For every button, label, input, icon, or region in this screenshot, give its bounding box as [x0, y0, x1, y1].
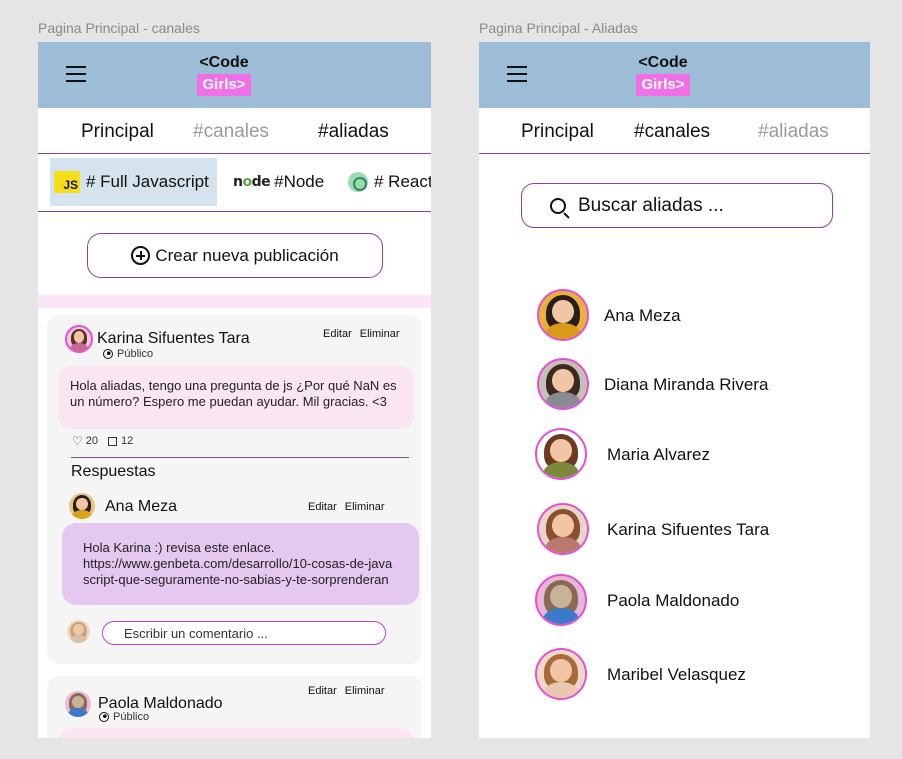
channel-bar: JS # Full Javascript node #Node # React	[38, 155, 431, 212]
ally-name: Paola Maldonado	[607, 591, 740, 610]
channel-label: # Full Javascript	[86, 172, 209, 191]
avatar	[537, 503, 589, 555]
menu-icon[interactable]	[507, 66, 527, 82]
screen-canales: <Code Girls> Principal #canales #aliadas…	[38, 42, 431, 738]
reply-body: Hola Karina :) revisa este enlace. https…	[62, 523, 419, 605]
ally-item[interactable]: Paola Maldonado	[535, 574, 835, 626]
tab-principal[interactable]: Principal	[81, 121, 154, 143]
post-visibility: Público	[99, 711, 149, 723]
avatar[interactable]	[65, 325, 93, 353]
app-logo: <Code Girls>	[179, 54, 269, 96]
divider-bar	[38, 295, 431, 308]
current-user-avatar	[67, 620, 90, 643]
tab-principal[interactable]: Principal	[521, 121, 594, 143]
ally-item[interactable]: Ana Meza	[537, 289, 837, 341]
frame-label-canales: Pagina Principal - canales	[38, 20, 200, 36]
channel-react[interactable]: # React	[348, 158, 431, 206]
delete-button[interactable]: Eliminar	[345, 501, 385, 513]
visibility-label: Público	[117, 348, 154, 360]
reply-link[interactable]: script-que-seguramente-no-sabias-y-te-so…	[83, 572, 419, 588]
logo-line2: Girls>	[635, 74, 691, 96]
add-circle-icon	[131, 246, 151, 265]
post-stats: ♡ 20 12	[72, 434, 133, 448]
divider	[71, 457, 409, 458]
responses-title: Respuestas	[71, 463, 156, 480]
logo-line2: Girls>	[196, 74, 252, 96]
main-tabs: Principal #canales #aliadas	[38, 108, 431, 154]
ally-name: Maria Alvarez	[607, 445, 710, 464]
create-post-label: Crear nueva publicación	[155, 245, 339, 265]
ally-name: Karina Sifuentes Tara	[607, 520, 770, 539]
reply-link[interactable]: https://www.genbeta.com/desarrollo/10-co…	[83, 556, 419, 572]
create-post-button[interactable]: Crear nueva publicación	[87, 233, 383, 278]
post-card: Karina Sifuentes Tara Público Editar Elim…	[47, 315, 422, 664]
comment-icon[interactable]	[108, 436, 118, 446]
channel-label: #Node	[274, 172, 325, 191]
comment-count: 12	[121, 435, 134, 447]
logo-line1: <Code	[199, 54, 249, 71]
post-body: Hola aliadas, tengo una pregunta de js ¿…	[58, 366, 414, 429]
post-card: Paola Maldonado Público Editar Eliminar	[47, 676, 422, 738]
screen-aliadas: <Code Girls> Principal #canales #aliadas…	[479, 42, 870, 738]
frame-label-aliadas: Pagina Principal - Aliadas	[479, 20, 638, 36]
react-logo-icon	[348, 172, 368, 192]
search-icon	[550, 197, 566, 214]
channel-node[interactable]: node #Node	[233, 158, 324, 206]
avatar	[535, 648, 587, 700]
globe-icon	[99, 712, 109, 722]
ally-item[interactable]: Karina Sifuentes Tara	[537, 503, 837, 555]
avatar[interactable]	[69, 493, 95, 519]
nodejs-logo-icon: node	[233, 174, 271, 190]
search-placeholder: Buscar aliadas ...	[578, 194, 724, 216]
edit-button[interactable]: Editar	[308, 685, 337, 697]
search-allies-input[interactable]: Buscar aliadas ...	[521, 183, 833, 228]
edit-button[interactable]: Editar	[323, 328, 352, 340]
reply-actions: Editar Eliminar	[300, 501, 384, 513]
reply-line: Hola Karina :) revisa este enlace.	[83, 540, 275, 555]
ally-name: Ana Meza	[604, 306, 681, 325]
app-logo: <Code Girls>	[618, 54, 708, 96]
edit-button[interactable]: Editar	[308, 501, 337, 513]
delete-button[interactable]: Eliminar	[345, 685, 385, 697]
tab-aliadas[interactable]: #aliadas	[318, 121, 389, 143]
avatar[interactable]	[65, 691, 91, 717]
channel-label: # React	[374, 172, 431, 191]
logo-line1: <Code	[638, 54, 688, 71]
post-author[interactable]: Karina Sifuentes Tara	[97, 330, 250, 348]
javascript-logo-icon: JS	[54, 171, 80, 193]
comment-input[interactable]: Escribir un comentario ...	[102, 621, 386, 645]
globe-icon	[103, 349, 113, 359]
reply-author[interactable]: Ana Meza	[105, 498, 177, 516]
avatar	[535, 428, 587, 480]
ally-name: Diana Miranda Rivera	[604, 375, 769, 394]
main-tabs: Principal #canales #aliadas	[479, 108, 870, 154]
tab-canales[interactable]: #canales	[634, 121, 710, 143]
avatar	[535, 574, 587, 626]
tab-canales[interactable]: #canales	[193, 121, 269, 143]
avatar	[537, 289, 589, 341]
post-actions: Editar Eliminar	[315, 328, 399, 340]
delete-button[interactable]: Eliminar	[360, 328, 400, 340]
post-actions: Editar Eliminar	[300, 685, 384, 697]
app-header: <Code Girls>	[479, 42, 870, 108]
ally-item[interactable]: Maribel Velasquez	[535, 648, 835, 700]
like-count: 20	[85, 435, 99, 447]
ally-name: Maribel Velasquez	[607, 665, 746, 684]
visibility-label: Público	[113, 711, 150, 723]
ally-item[interactable]: Diana Miranda Rivera	[537, 358, 837, 410]
app-header: <Code Girls>	[38, 42, 431, 108]
tab-aliadas[interactable]: #aliadas	[758, 121, 829, 143]
post-visibility: Público	[103, 348, 153, 360]
menu-icon[interactable]	[66, 66, 86, 82]
post-body	[58, 728, 414, 738]
channel-full-javascript[interactable]: JS # Full Javascript	[50, 158, 217, 206]
heart-icon[interactable]: ♡	[72, 434, 83, 448]
avatar	[537, 358, 589, 410]
ally-item[interactable]: Maria Alvarez	[535, 428, 835, 480]
